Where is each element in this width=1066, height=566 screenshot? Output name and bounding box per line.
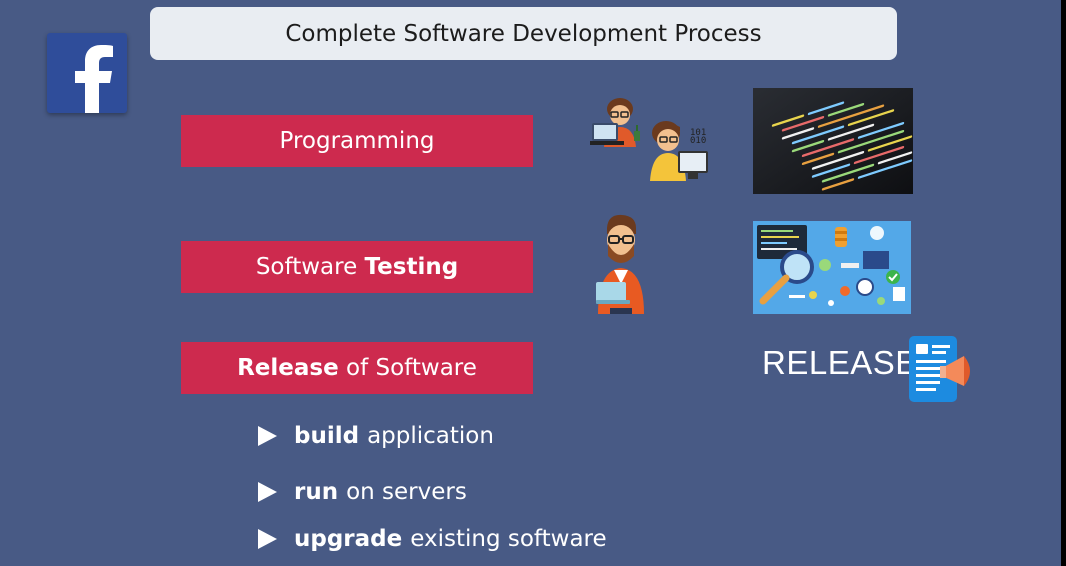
bullet-upgrade-bold: upgrade	[294, 526, 403, 552]
step-programming: Programming	[181, 115, 533, 167]
bullet-build-text: application	[367, 423, 494, 449]
programmers-illustration-icon: 010 101	[590, 95, 712, 183]
bullet-arrow-icon	[258, 426, 277, 446]
bullet-upgrade-text: existing software	[410, 526, 607, 552]
step-software-testing: Software Testing	[181, 241, 533, 293]
step-release-bold: Release	[237, 355, 339, 381]
bullet-upgrade: upgrade existing software	[258, 526, 607, 552]
step-testing-bold: Testing	[364, 254, 459, 280]
bullet-build: build application	[258, 423, 494, 449]
release-label: RELEASE	[762, 344, 918, 381]
bullet-run-bold: run	[294, 479, 339, 505]
code-screen-image	[753, 88, 913, 194]
release-document-megaphone-icon	[906, 334, 978, 404]
tester-illustration-icon	[594, 214, 648, 314]
step-programming-label: Programming	[279, 128, 435, 154]
step-release-post: of Software	[338, 355, 477, 381]
bullet-run: run on servers	[258, 479, 467, 505]
bullet-run-text: on servers	[346, 479, 467, 505]
page-title: Complete Software Development Process	[150, 7, 897, 60]
page-title-text: Complete Software Development Process	[285, 20, 762, 47]
bullet-arrow-icon	[258, 529, 277, 549]
step-release: Release of Software	[181, 342, 533, 394]
slide: Complete Software Development Process Pr…	[0, 0, 1061, 566]
bullet-build-bold: build	[294, 423, 360, 449]
bullet-arrow-icon	[258, 482, 277, 502]
svg-text:101: 101	[690, 128, 706, 138]
testing-dashboard-image	[753, 221, 911, 314]
step-testing-pre: Software	[255, 254, 365, 280]
facebook-logo-icon	[47, 33, 127, 113]
